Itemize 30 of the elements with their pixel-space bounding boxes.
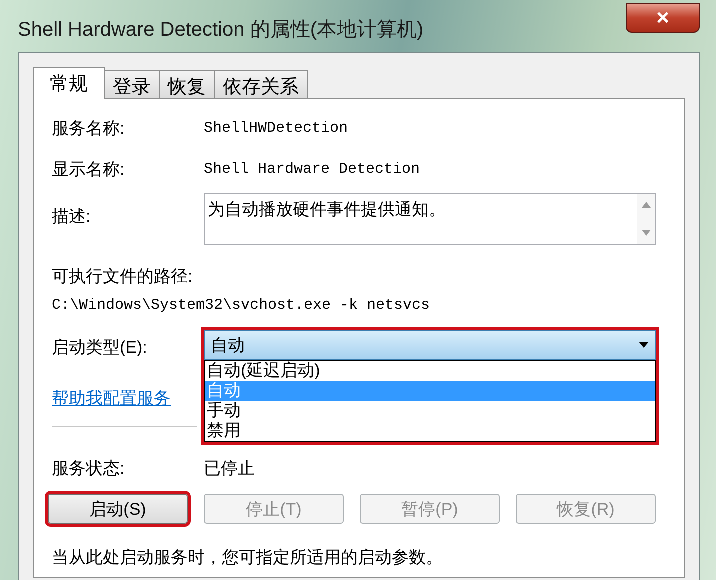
scroll-down-icon[interactable] <box>642 230 650 236</box>
dropdown-arrow-icon <box>639 342 649 348</box>
status-value: 已停止 <box>204 458 255 480</box>
field-label: 显示名称: <box>52 159 126 181</box>
field-value: Shell Hardware Detection <box>204 161 420 178</box>
field-label: 描述: <box>52 206 92 228</box>
note-text: 当从此处启动服务时，您可指定所适用的启动参数。 <box>52 548 443 567</box>
tab[interactable]: 登录 <box>104 70 160 98</box>
field-label: 启动类型(E): <box>52 337 148 359</box>
help-link[interactable]: 帮助我配置服务 <box>52 389 171 408</box>
field-label: 服务状态: <box>52 458 126 480</box>
dropdown-option[interactable]: 手动 <box>205 401 655 421</box>
scrollbar[interactable] <box>637 194 655 244</box>
startup-type-dropdown[interactable]: 自动 <box>204 330 656 360</box>
window-title: Shell Hardware Detection 的属性(本地计算机) <box>18 18 424 42</box>
tab[interactable]: 依存关系 <box>214 70 308 98</box>
dropdown-option[interactable]: 自动(延迟启动) <box>205 361 655 381</box>
description-text: 为自动播放硬件事件提供通知。 <box>207 199 447 221</box>
field-label: 可执行文件的路径: <box>52 267 193 286</box>
description-box[interactable]: 为自动播放硬件事件提供通知。 <box>204 193 656 245</box>
dropdown-option[interactable]: 禁用 <box>205 421 655 441</box>
close-button[interactable]: × <box>626 3 700 33</box>
service-button[interactable]: 启动(S) <box>48 494 188 524</box>
field-value: ShellHWDetection <box>204 120 348 137</box>
path-value: C:\Windows\System32\svchost.exe -k netsvcs <box>52 297 430 314</box>
tab[interactable]: 常规 <box>33 67 105 99</box>
scroll-up-icon[interactable] <box>642 202 650 208</box>
tab[interactable]: 恢复 <box>159 70 215 98</box>
dropdown-value: 自动 <box>211 334 245 356</box>
field-label: 服务名称: <box>52 118 126 140</box>
